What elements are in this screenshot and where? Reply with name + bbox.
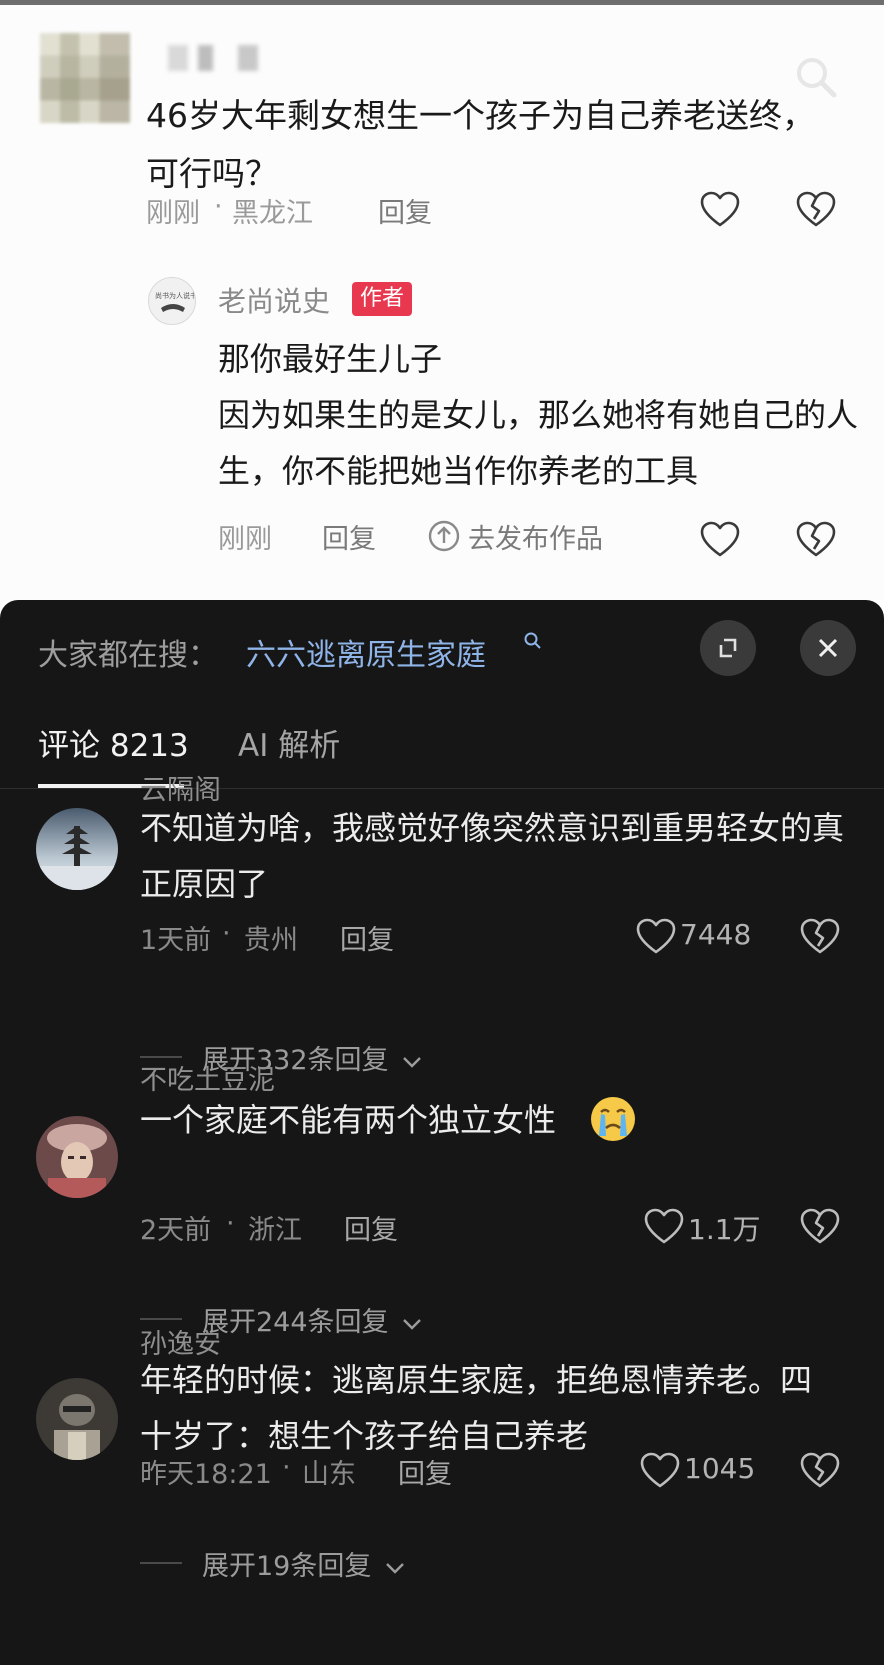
chevron-down-icon: [403, 1318, 421, 1330]
broken-heart-icon[interactable]: [800, 1452, 840, 1490]
comment-time: 2天前: [140, 1215, 212, 1246]
broken-heart-icon[interactable]: [796, 521, 836, 559]
post-time: 刚刚: [146, 198, 200, 229]
post-reply-button[interactable]: 回复: [378, 191, 432, 230]
expand-replies-label: 展开244条回复: [202, 1307, 389, 1338]
author-reply-line: 因为如果生的是女儿，那么她将有她自己的人生，你不能把她当作你养老的工具: [218, 396, 859, 490]
comment-time: 昨天18:21: [140, 1459, 272, 1490]
like-count: 1.1万: [688, 1213, 761, 1246]
comment-text: 不知道为啥，我感觉好像突然意识到重男轻女的真正原因了: [140, 809, 845, 903]
expand-replies-label: 展开19条回复: [202, 1551, 372, 1582]
author-avatar[interactable]: 尚书为人说书: [148, 277, 196, 325]
comment-avatar[interactable]: [36, 1378, 118, 1460]
comment-text-body: 一个家庭不能有两个独立女性: [140, 1101, 557, 1139]
close-panel-button[interactable]: [800, 620, 856, 676]
expand-divider: [140, 1318, 182, 1320]
user-avatar-blurred[interactable]: [40, 33, 130, 123]
chevron-down-icon: [403, 1056, 421, 1068]
broken-heart-icon[interactable]: [800, 918, 840, 956]
original-post-section: 46岁大年剩女想生一个孩子为自己养老送终，可行吗？ 刚刚 · 黑龙江 回复 尚书…: [0, 5, 884, 600]
broken-heart-icon[interactable]: [800, 1208, 840, 1246]
tab-ai-analysis[interactable]: AI 解析: [238, 720, 340, 765]
hot-search-term[interactable]: 六六逃离原生家庭: [246, 630, 486, 674]
comment-location: 浙江: [248, 1215, 302, 1246]
heart-icon[interactable]: [640, 1452, 680, 1490]
publish-icon[interactable]: [427, 519, 461, 553]
heart-icon[interactable]: [644, 1208, 684, 1246]
author-reply-text: 那你最好生儿子 因为如果生的是女儿，那么她将有她自己的人生，你不能把她当作你养老…: [218, 331, 858, 499]
post-location: 黑龙江: [232, 198, 313, 229]
expand-icon: [719, 638, 737, 658]
comment-location: 山东: [302, 1459, 356, 1490]
comment-text: 年轻的时候：逃离原生家庭，拒绝恩情养老。四十岁了：想生个孩子给自己养老: [140, 1361, 813, 1455]
expand-replies-button[interactable]: 展开19条回复: [202, 1544, 406, 1583]
publish-work-link[interactable]: 去发布作品: [468, 517, 603, 556]
comments-panel: 大家都在搜： 六六逃离原生家庭 评论 8213 AI 解析 云隔阁 不知道为啥，…: [0, 600, 884, 1665]
comment-reply-button[interactable]: 回复: [398, 1452, 452, 1491]
tab-comments[interactable]: 评论 8213: [38, 720, 189, 765]
expand-panel-button[interactable]: [700, 620, 756, 676]
comment-time: 1天前: [140, 925, 212, 956]
expand-divider: [140, 1562, 182, 1564]
comment-location: 贵州: [244, 925, 298, 956]
author-reply-line: 那你最好生儿子: [218, 340, 443, 378]
close-icon: [818, 638, 838, 658]
heart-icon[interactable]: [700, 191, 740, 229]
tab-divider: [0, 788, 884, 789]
crying-emoji-icon: [591, 1097, 635, 1141]
chevron-down-icon: [386, 1562, 404, 1574]
like-count: 7448: [680, 918, 752, 951]
comment-avatar[interactable]: [36, 1116, 118, 1198]
question-text: 46岁大年剩女想生一个孩子为自己养老送终，可行吗？: [146, 96, 815, 193]
heart-icon[interactable]: [636, 918, 676, 956]
expand-replies-button[interactable]: 展开244条回复: [202, 1300, 423, 1339]
comment-reply-button[interactable]: 回复: [344, 1208, 398, 1247]
hot-search-small-icon: [524, 632, 541, 649]
comment-avatar[interactable]: [36, 808, 118, 890]
user-name-blurred: [168, 45, 268, 71]
comment-text: 一个家庭不能有两个独立女性: [140, 1092, 850, 1148]
svg-text:尚书为人说书: 尚书为人说书: [155, 291, 196, 300]
comment-reply-button[interactable]: 回复: [340, 918, 394, 957]
broken-heart-icon[interactable]: [796, 191, 836, 229]
author-reply-time: 刚刚: [218, 524, 272, 555]
hot-search-prefix: 大家都在搜：: [38, 638, 218, 673]
author-badge: 作者: [352, 282, 413, 316]
author-reply-button[interactable]: 回复: [322, 517, 376, 556]
heart-icon[interactable]: [700, 521, 740, 559]
like-count: 1045: [684, 1452, 756, 1485]
author-name[interactable]: 老尚说史: [218, 280, 330, 320]
